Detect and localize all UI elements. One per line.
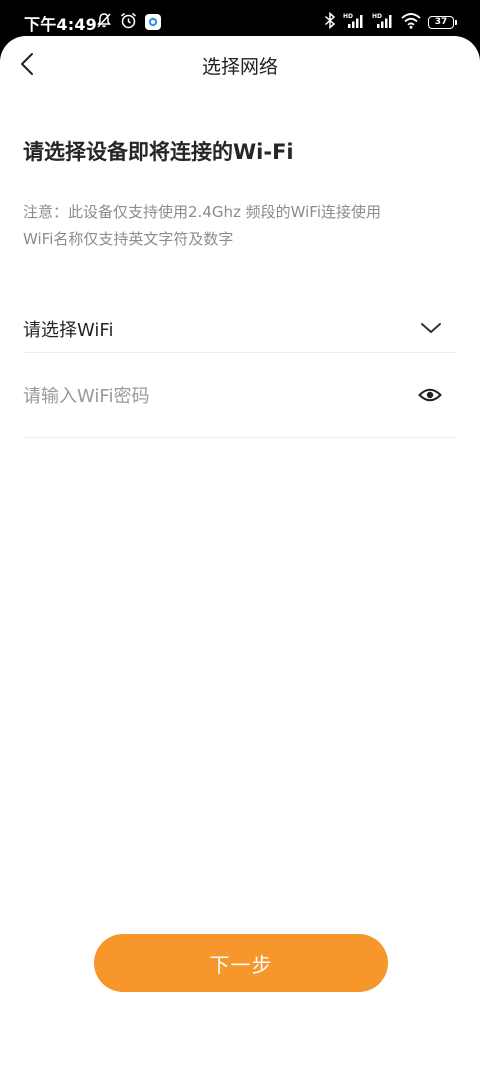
notice-line-2: WiFi名称仅支持英文字符及数字 [23, 230, 234, 248]
alarm-icon [120, 12, 137, 33]
wifi-select-label: 请选择WiFi [23, 320, 114, 341]
status-right-icons: HD HD 37 [324, 11, 457, 33]
bluetooth-icon [324, 11, 336, 33]
wifi-heading: 请选择设备即将连接的Wi-Fi [23, 140, 294, 164]
wifi-setup-screen: 选择网络 请选择设备即将连接的Wi-Fi 注意：此设备仅支持使用2.4Ghz 频… [0, 36, 480, 1067]
status-time: 下午4:49 [24, 15, 97, 34]
page-title: 选择网络 [201, 56, 278, 78]
notice-line-1: 注意：此设备仅支持使用2.4Ghz 频段的WiFi连接使用 [23, 203, 382, 221]
muted-bell-icon [96, 12, 112, 33]
wifi-select-dropdown[interactable]: 请选择WiFi [23, 300, 456, 353]
wifi-notice: 注意：此设备仅支持使用2.4Ghz 频段的WiFi连接使用 WiFi名称仅支持英… [23, 199, 463, 253]
password-field-row [23, 352, 456, 438]
chevron-down-icon[interactable] [420, 317, 442, 339]
svg-text:HD: HD [343, 13, 353, 20]
svg-text:HD: HD [372, 13, 382, 20]
next-step-button[interactable]: 下一步 [94, 934, 388, 992]
hd-signal-icon: HD [372, 12, 394, 33]
wifi-password-input[interactable] [23, 381, 403, 411]
eye-icon[interactable] [418, 383, 442, 407]
battery-icon: 37 [428, 15, 457, 29]
app-notification-icon [145, 14, 161, 30]
wifi-icon [401, 12, 421, 33]
battery-level: 37 [434, 16, 448, 27]
nav-bar: 选择网络 [0, 36, 480, 92]
hd-signal-icon: HD [343, 12, 365, 33]
status-left-icons [96, 12, 161, 32]
